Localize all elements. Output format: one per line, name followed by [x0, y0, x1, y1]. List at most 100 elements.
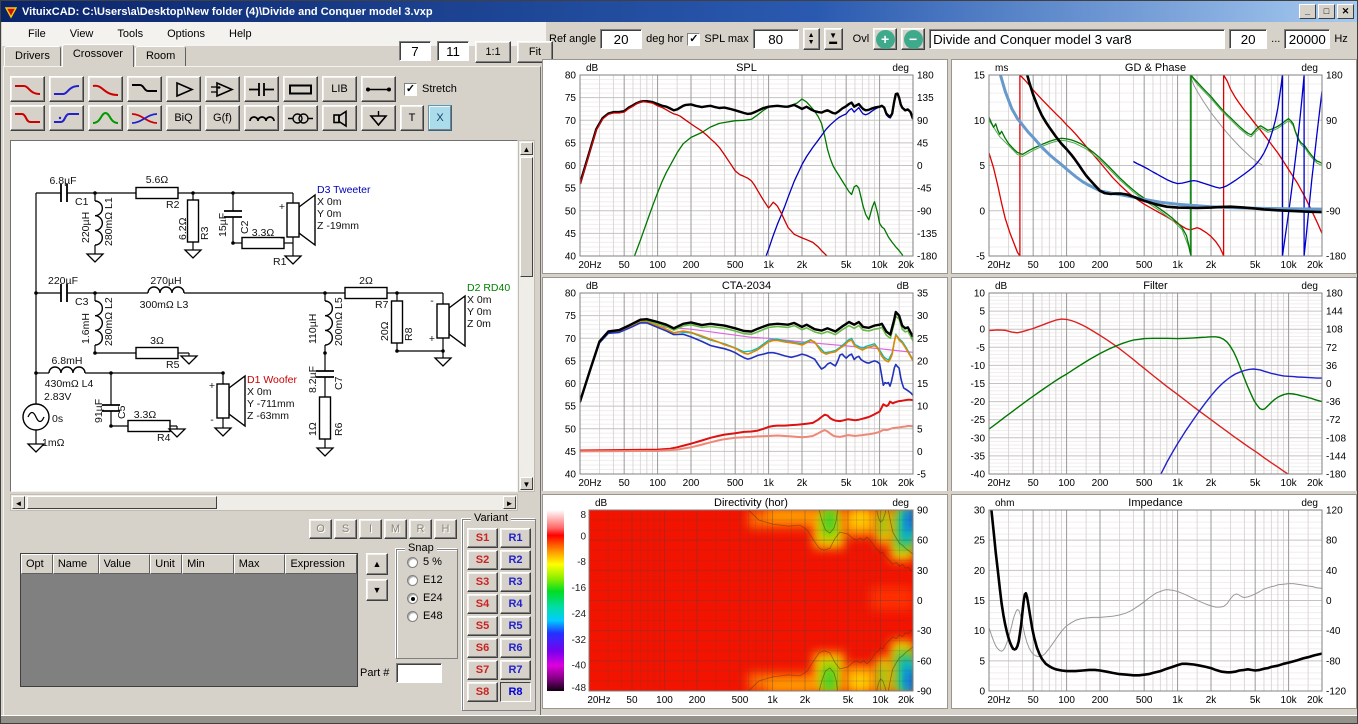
- variant-button-s2[interactable]: S2: [467, 550, 498, 570]
- text-tool-button[interactable]: T: [400, 105, 424, 131]
- mode-button-s[interactable]: S: [334, 519, 357, 539]
- biquad-button[interactable]: BiQ: [166, 105, 201, 131]
- mode-button-o[interactable]: O: [309, 519, 332, 539]
- lowshelf-icon[interactable]: [10, 105, 45, 131]
- variant-button-r3[interactable]: R3: [500, 572, 531, 592]
- ref-angle-input[interactable]: [600, 29, 643, 49]
- mode-button-m[interactable]: M: [384, 519, 407, 539]
- variant-button-s5[interactable]: S5: [467, 616, 498, 636]
- radio-label-5%[interactable]: 5 %: [423, 556, 442, 568]
- table-header-unit[interactable]: Unit: [150, 554, 183, 574]
- lowpass2-icon[interactable]: [88, 76, 123, 102]
- variant-button-s6[interactable]: S6: [467, 638, 498, 658]
- overlay-remove-button[interactable]: −: [901, 28, 926, 50]
- inductor-icon[interactable]: [244, 105, 279, 131]
- mode-button-i[interactable]: I: [359, 519, 382, 539]
- amplifier-icon[interactable]: [166, 76, 201, 102]
- lowpass-icon[interactable]: [10, 76, 45, 102]
- menu-item-file[interactable]: File: [16, 25, 58, 43]
- table-header-name[interactable]: Name: [52, 554, 99, 574]
- radio-5%[interactable]: [407, 556, 418, 568]
- tab-crossover[interactable]: Crossover: [61, 44, 134, 67]
- schematic-vscrollbar[interactable]: ▲ ▼: [518, 140, 535, 492]
- tab-drivers[interactable]: Drivers: [4, 46, 61, 67]
- table-header-expression[interactable]: Expression: [285, 554, 357, 574]
- move-up-icon[interactable]: ▲: [366, 553, 388, 575]
- radio-E12[interactable]: [407, 574, 418, 586]
- tab-room[interactable]: Room: [134, 46, 187, 67]
- freq-min-input[interactable]: [1229, 29, 1268, 49]
- variant-button-r4[interactable]: R4: [500, 594, 531, 614]
- scroll-up-icon[interactable]: ▲: [520, 142, 533, 155]
- mode-button-r[interactable]: R: [409, 519, 432, 539]
- close-icon[interactable]: ✕: [1337, 4, 1354, 19]
- radio-label-E48[interactable]: E48: [423, 610, 443, 622]
- autoscale-icon[interactable]: ▼ ▬: [823, 28, 843, 50]
- table-header-value[interactable]: Value: [98, 554, 151, 574]
- highshelf-icon[interactable]: [49, 105, 84, 131]
- scroll-right-icon[interactable]: ►: [503, 496, 516, 509]
- variant-button-r1[interactable]: R1: [500, 528, 531, 548]
- project-name-input[interactable]: [929, 29, 1226, 49]
- maximize-icon[interactable]: □: [1318, 4, 1335, 19]
- menu-item-tools[interactable]: Tools: [105, 25, 155, 43]
- table-header-opt[interactable]: Opt: [21, 554, 53, 574]
- delete-tool-button[interactable]: X: [428, 105, 452, 131]
- highpass-icon[interactable]: [49, 76, 84, 102]
- variant-button-s8[interactable]: S8: [467, 682, 498, 702]
- wire-icon[interactable]: [361, 76, 396, 102]
- opamp-icon[interactable]: [205, 76, 240, 102]
- table-header-min[interactable]: Min: [182, 554, 234, 574]
- schematic-canvas[interactable]: 6.8µF C1 220µH 280mΩ L1 5.6Ω R2 6.2Ω R3 15µF C2 3.…: [10, 140, 518, 492]
- variant-button-s1[interactable]: S1: [467, 528, 498, 548]
- spl-max-spinner[interactable]: ▲ ▼: [802, 28, 820, 50]
- radio-E24[interactable]: [407, 592, 418, 604]
- hscroll-thumb[interactable]: [27, 496, 217, 509]
- variant-button-r8[interactable]: R8: [500, 682, 531, 702]
- parameter-table-body[interactable]: [21, 574, 357, 686]
- radio-label-E12[interactable]: E12: [423, 574, 443, 586]
- variant-button-r2[interactable]: R2: [500, 550, 531, 570]
- speaker-icon[interactable]: [322, 105, 357, 131]
- menu-item-help[interactable]: Help: [217, 25, 264, 43]
- scroll-left-icon[interactable]: ◄: [12, 496, 25, 509]
- table-header-max[interactable]: Max: [233, 554, 286, 574]
- variant-button-r5[interactable]: R5: [500, 616, 531, 636]
- radio-E48[interactable]: [407, 610, 418, 622]
- library-button[interactable]: LIB: [322, 76, 357, 102]
- mode-button-h[interactable]: H: [434, 519, 457, 539]
- peak-eq-icon[interactable]: [88, 105, 123, 131]
- stretch-checkbox[interactable]: ✓: [404, 82, 417, 96]
- minimize-icon[interactable]: _: [1299, 4, 1316, 19]
- freq-max-input[interactable]: [1284, 29, 1331, 49]
- grid-div2-input[interactable]: [437, 41, 469, 61]
- resistor-icon[interactable]: [283, 76, 318, 102]
- ground-icon[interactable]: [361, 105, 396, 131]
- part-number-input[interactable]: [396, 663, 442, 683]
- variant-button-s7[interactable]: S7: [467, 660, 498, 680]
- shelf-icon[interactable]: [127, 76, 162, 102]
- zoom-1to1-button[interactable]: 1:1: [475, 41, 511, 63]
- transformer-icon[interactable]: [283, 105, 318, 131]
- radio-label-E24[interactable]: E24: [423, 592, 443, 604]
- title-bar[interactable]: VituixCAD: C:\Users\a\Desktop\New folder…: [1, 1, 1357, 22]
- grid-div1-input[interactable]: [399, 41, 431, 61]
- spl-max-checkbox[interactable]: ✓: [687, 32, 701, 46]
- spl-max-input[interactable]: [752, 29, 799, 49]
- svg-text:200: 200: [1092, 478, 1109, 489]
- variant-button-r6[interactable]: R6: [500, 638, 531, 658]
- gain-function-button[interactable]: G(f): [205, 105, 240, 131]
- scroll-down-icon[interactable]: ▼: [520, 477, 533, 490]
- svg-text:500: 500: [1136, 478, 1153, 489]
- crossover-icon[interactable]: [127, 105, 162, 131]
- menu-item-view[interactable]: View: [58, 25, 106, 43]
- menu-item-options[interactable]: Options: [155, 25, 217, 43]
- variant-button-s3[interactable]: S3: [467, 572, 498, 592]
- overlay-add-button[interactable]: +: [873, 28, 898, 50]
- vscroll-thumb[interactable]: [520, 157, 533, 277]
- capacitor-icon[interactable]: [244, 76, 279, 102]
- schematic-hscrollbar[interactable]: ◄ ►: [10, 494, 518, 511]
- variant-button-s4[interactable]: S4: [467, 594, 498, 614]
- move-down-icon[interactable]: ▼: [366, 579, 388, 601]
- variant-button-r7[interactable]: R7: [500, 660, 531, 680]
